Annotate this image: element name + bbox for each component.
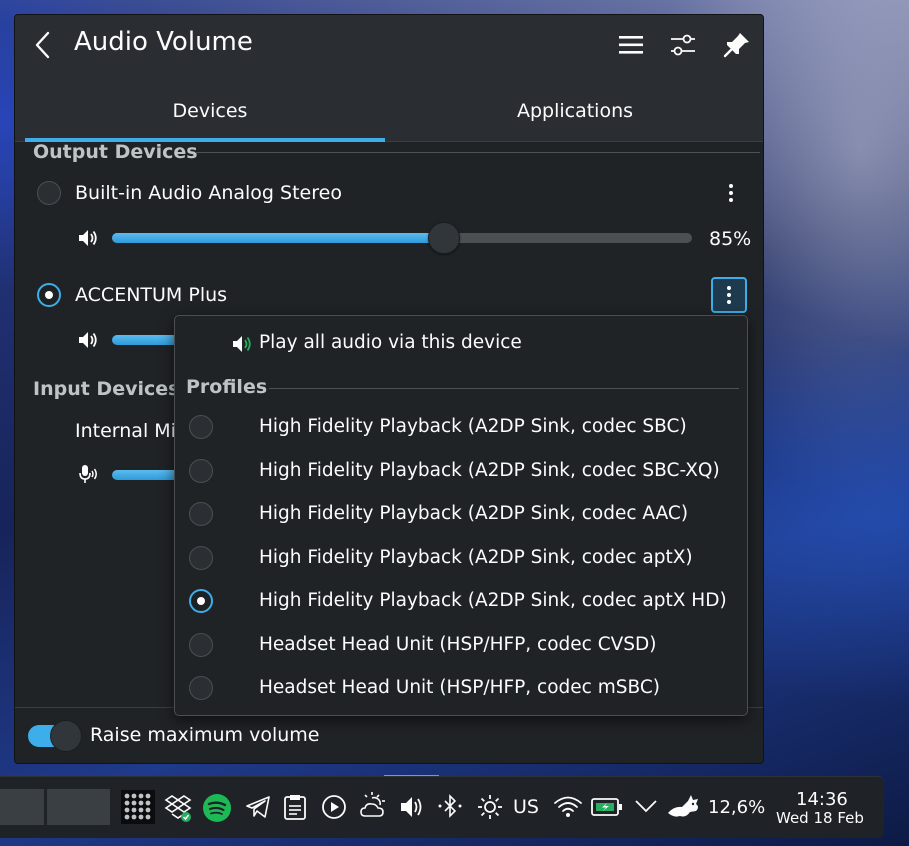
device-name-internal-mic: Internal Mi (75, 420, 176, 442)
profile-label: Headset Head Unit (HSP/HFP, codec CVSD) (259, 634, 657, 655)
device-options-button-accentum[interactable] (711, 277, 747, 313)
pin-icon (723, 33, 749, 58)
profile-item[interactable]: High Fidelity Playback (A2DP Sink, codec… (175, 493, 747, 535)
profile-item[interactable]: Headset Head Unit (HSP/HFP, codec CVSD) (175, 624, 747, 666)
configure-button[interactable] (667, 30, 699, 60)
profile-radio[interactable] (189, 633, 213, 657)
profile-radio-checked[interactable] (189, 589, 213, 613)
clipboard-icon[interactable] (282, 793, 308, 821)
profile-label: High Fidelity Playback (A2DP Sink, codec… (259, 460, 720, 481)
task-button[interactable] (47, 789, 110, 825)
device-radio-builtin[interactable] (37, 181, 61, 205)
profile-radio[interactable] (189, 459, 213, 483)
device-context-menu: Play all audio via this device Profiles … (174, 315, 748, 716)
volume-icon[interactable] (398, 793, 426, 821)
menu-item-label: Play all audio via this device (259, 332, 522, 353)
weather-icon[interactable] (358, 791, 390, 821)
raise-max-volume-label: Raise maximum volume (90, 724, 320, 746)
volume-slider-handle-builtin[interactable] (428, 222, 461, 254)
sliders-icon (671, 34, 695, 56)
spotify-icon[interactable] (202, 793, 232, 823)
output-devices-divider (195, 152, 760, 153)
profile-item[interactable]: Headset Head Unit (HSP/HFP, codec mSBC) (175, 667, 747, 709)
device-name-accentum: ACCENTUM Plus (75, 284, 228, 306)
tab-applications[interactable]: Applications (390, 80, 760, 142)
keyboard-layout-indicator[interactable]: US (513, 796, 539, 818)
clock-date[interactable]: Wed 18 Feb (776, 809, 864, 827)
profile-label: High Fidelity Playback (A2DP Sink, codec… (259, 503, 689, 524)
menu-button[interactable] (615, 30, 647, 60)
device-radio-accentum[interactable] (37, 283, 61, 307)
app-grid-icon[interactable] (121, 790, 155, 824)
media-play-icon[interactable] (320, 793, 348, 821)
profile-item[interactable]: High Fidelity Playback (A2DP Sink, codec… (175, 450, 747, 492)
tab-bar: Devices Applications (15, 80, 763, 142)
popup-header: Audio Volume (15, 15, 763, 80)
toggle-knob (50, 720, 82, 752)
volume-percent-builtin: 85% (709, 228, 752, 250)
profile-label: Headset Head Unit (HSP/HFP, codec mSBC) (259, 677, 660, 698)
speaker-icon (233, 336, 251, 352)
kebab-menu-icon (727, 286, 731, 304)
volume-slider-fill-builtin (112, 233, 445, 243)
taskbar: US 12,6% 14:36 Wed 18 Feb (0, 776, 884, 838)
tab-devices[interactable]: Devices (25, 80, 395, 142)
kebab-menu-icon (729, 184, 733, 202)
device-options-button-builtin[interactable] (713, 175, 749, 211)
device-name-builtin: Built-in Audio Analog Stereo (75, 182, 342, 204)
profile-item[interactable]: High Fidelity Playback (A2DP Sink, codec… (175, 406, 747, 448)
profile-item[interactable]: High Fidelity Playback (A2DP Sink, codec… (175, 537, 747, 579)
input-devices-heading: Input Devices (33, 378, 180, 400)
output-devices-heading: Output Devices (33, 141, 198, 163)
profile-radio[interactable] (189, 676, 213, 700)
popup-title: Audio Volume (74, 27, 253, 57)
expand-tray-icon[interactable] (633, 793, 659, 819)
battery-percent: 12,6% (708, 797, 766, 818)
profiles-heading: Profiles (186, 376, 268, 398)
microphone-icon[interactable] (77, 463, 99, 485)
profile-radio[interactable] (189, 546, 213, 570)
raise-max-volume-toggle[interactable] (28, 720, 82, 752)
profile-label: High Fidelity Playback (A2DP Sink, codec… (259, 590, 727, 611)
back-button[interactable] (29, 29, 57, 61)
speaker-icon[interactable] (77, 330, 99, 350)
telegram-icon[interactable] (244, 793, 272, 821)
pin-button[interactable] (721, 30, 753, 60)
back-arrow-icon (35, 31, 50, 59)
profile-label: High Fidelity Playback (A2DP Sink, codec… (259, 547, 693, 568)
task-button[interactable] (0, 789, 44, 825)
menu-item-play-all[interactable]: Play all audio via this device (175, 322, 747, 364)
wifi-icon[interactable] (553, 793, 583, 821)
profile-item-selected[interactable]: High Fidelity Playback (A2DP Sink, codec… (175, 580, 747, 622)
fox-icon[interactable] (666, 791, 702, 821)
speaker-icon[interactable] (77, 228, 99, 248)
profiles-divider (269, 388, 739, 389)
battery-icon[interactable] (591, 795, 623, 819)
dropbox-icon[interactable] (164, 793, 194, 823)
profile-radio[interactable] (189, 502, 213, 526)
profile-radio[interactable] (189, 415, 213, 439)
bluetooth-icon[interactable] (436, 793, 466, 821)
profile-label: High Fidelity Playback (A2DP Sink, codec… (259, 416, 687, 437)
brightness-icon[interactable] (476, 793, 504, 821)
clock-time[interactable]: 14:36 (796, 789, 848, 810)
hamburger-icon (619, 36, 643, 54)
